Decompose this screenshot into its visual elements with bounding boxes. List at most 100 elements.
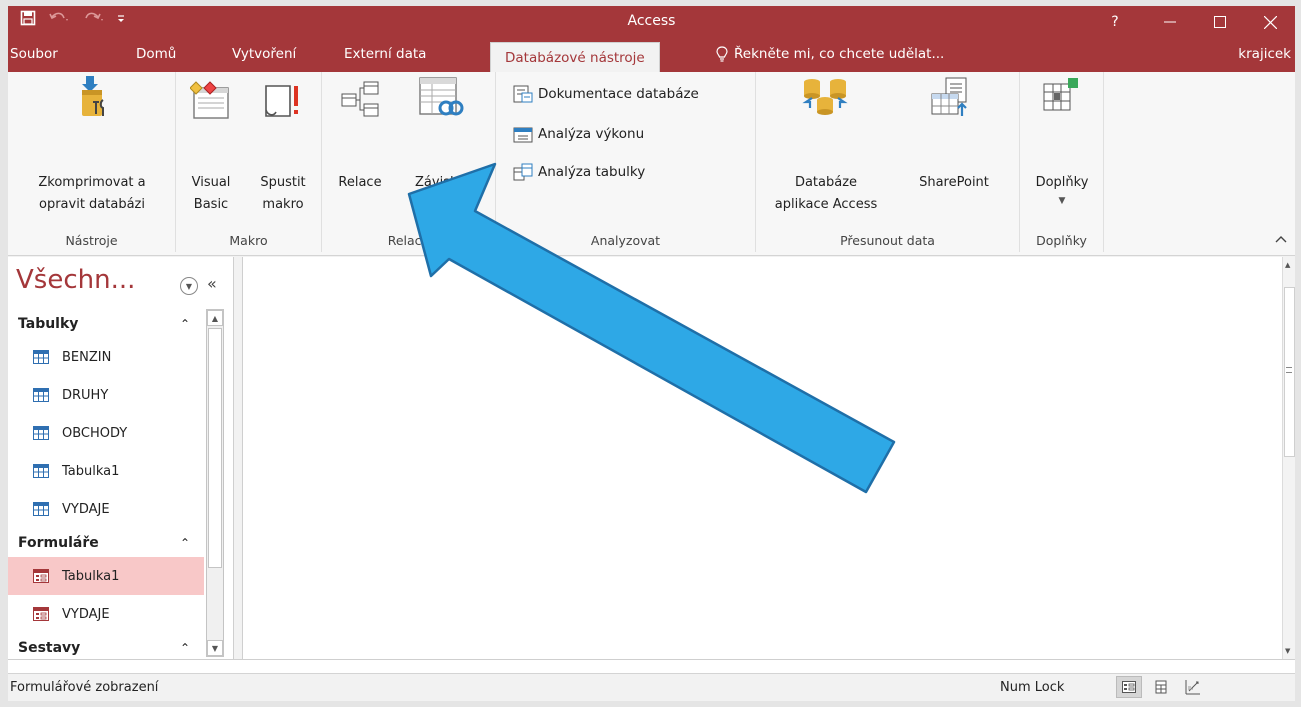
tell-me-box[interactable]: Řekněte mi, co chcete udělat...: [716, 46, 944, 62]
list-item[interactable]: VYDAJE: [8, 490, 204, 528]
tab-domu[interactable]: Domů: [136, 46, 176, 62]
table-icon: [33, 426, 49, 440]
list-item-label: VYDAJE: [62, 606, 110, 622]
list-item[interactable]: Tabulka1: [8, 452, 204, 490]
scroll-down-icon[interactable]: ▼: [207, 640, 223, 656]
tab-vytvoreni[interactable]: Vytvoření: [232, 46, 296, 62]
window-controls: ?: [1085, 6, 1295, 38]
list-item[interactable]: VYDAJE: [8, 595, 204, 633]
group-label-presunout-data: Přesunout data: [840, 233, 935, 248]
status-bar: Formulářové zobrazení Num Lock: [8, 673, 1295, 701]
nav-section-label: Formuláře: [18, 534, 99, 551]
dependencies-label: Závislosti: [415, 175, 477, 190]
nav-section-sestavy[interactable]: Sestavy ⌃: [8, 633, 204, 662]
close-button[interactable]: [1245, 6, 1295, 38]
num-lock-indicator: Num Lock: [1000, 680, 1065, 695]
form-icon: [33, 607, 49, 621]
scroll-up-icon[interactable]: ▲: [1285, 261, 1290, 269]
group-label-relace: Relace: [387, 233, 430, 248]
dependencies-button[interactable]: Závislosti: [406, 172, 486, 194]
database-documenter-label: Dokumentace databáze: [538, 86, 699, 102]
add-ins-icon: [1040, 76, 1082, 120]
form-icon: [33, 569, 49, 583]
relationships-label: Relace: [338, 175, 382, 190]
nav-scrollbar[interactable]: ▲ ▼: [206, 309, 224, 657]
window-frame-left: [0, 0, 8, 707]
nav-header: Všechn... ▼ «: [8, 257, 234, 309]
table-icon: [33, 388, 49, 402]
access-database-label-2: aplikace Access: [774, 197, 878, 212]
group-label-analyzovat: Analyzovat: [590, 233, 661, 248]
list-item[interactable]: Tabulka1: [8, 557, 204, 595]
analyze-table-label: Analýza tabulky: [538, 164, 646, 180]
section-collapse-icon[interactable]: ⌃: [180, 641, 190, 655]
nav-section-label: Sestavy: [18, 639, 81, 656]
list-item-label: VYDAJE: [62, 501, 110, 517]
visual-basic-button[interactable]: Visual Basic: [180, 172, 242, 216]
dependencies-icon: [418, 76, 464, 126]
list-item-label: Tabulka1: [62, 568, 120, 584]
collapse-ribbon-icon[interactable]: [1275, 233, 1287, 246]
relationships-button[interactable]: Relace: [330, 172, 390, 194]
analyze-performance-icon: [513, 127, 533, 143]
window-frame-bottom: [0, 701, 1301, 707]
section-collapse-icon[interactable]: ⌃: [180, 536, 190, 550]
workspace-scrollbar[interactable]: ▲ ▼: [1282, 257, 1295, 659]
form-view-button[interactable]: [1116, 676, 1142, 698]
add-ins-dropdown-icon: ▼: [1058, 196, 1066, 206]
tab-externi-data[interactable]: Externí data: [344, 46, 426, 62]
list-item-label: BENZIN: [62, 349, 112, 365]
tell-me-text: Řekněte mi, co chcete udělat...: [734, 46, 945, 62]
visual-basic-label-2: Basic: [193, 197, 229, 212]
list-item-label: OBCHODY: [62, 425, 128, 441]
list-item[interactable]: BENZIN: [8, 338, 204, 376]
ribbon-group-doplnky: Doplňky ▼ Doplňky: [1020, 72, 1104, 252]
form-view-icon: [1122, 681, 1136, 693]
sharepoint-button[interactable]: SharePoint: [904, 172, 1004, 194]
nav-scroll-thumb[interactable]: [208, 328, 222, 568]
nav-shutter-icon[interactable]: «: [207, 274, 217, 293]
tab-databazove-nastroje[interactable]: Databázové nástroje: [490, 42, 660, 72]
document-workspace[interactable]: [242, 257, 1282, 659]
maximize-button[interactable]: [1195, 6, 1245, 38]
list-item[interactable]: OBCHODY: [8, 414, 204, 452]
analyze-performance-button[interactable]: Analýza výkonu: [512, 124, 644, 144]
database-documenter-icon: [513, 85, 533, 103]
ribbon-group-nastroje: Zkomprimovat a opravit databázi Nástroje: [8, 72, 176, 252]
design-view-button[interactable]: [1180, 676, 1206, 698]
visual-basic-icon: [189, 80, 232, 124]
section-collapse-icon[interactable]: ⌃: [180, 317, 190, 331]
scroll-up-icon[interactable]: ▲: [207, 310, 223, 326]
tab-soubor[interactable]: Soubor: [10, 46, 58, 62]
scroll-grip-icon: [1286, 367, 1292, 373]
workspace-bottom-strip: [8, 659, 1295, 673]
minimize-button[interactable]: [1145, 6, 1195, 38]
layout-view-button[interactable]: [1148, 676, 1174, 698]
access-database-icon: [800, 76, 850, 120]
run-macro-button[interactable]: Spustit makro: [252, 172, 314, 216]
ribbon-tab-strip: Soubor Domů Vytvoření Externí data Datab…: [8, 38, 1295, 72]
nav-title[interactable]: Všechn...: [16, 265, 135, 295]
help-button[interactable]: ?: [1085, 6, 1145, 38]
compact-repair-label-2: opravit databázi: [39, 197, 145, 212]
nav-section-tabulky[interactable]: Tabulky ⌃: [8, 309, 204, 338]
sharepoint-label: SharePoint: [919, 175, 989, 190]
add-ins-button[interactable]: Doplňky ▼: [1024, 172, 1100, 208]
access-database-button[interactable]: Databáze aplikace Access: [764, 172, 888, 216]
database-documenter-button[interactable]: Dokumentace databáze: [512, 84, 699, 104]
view-switcher: [1116, 676, 1206, 698]
visual-basic-label-1: Visual: [191, 175, 231, 190]
ribbon-group-makro: Visual Basic Spustit makro Makro: [176, 72, 322, 252]
nav-menu-icon[interactable]: ▼: [180, 277, 198, 295]
group-label-makro: Makro: [229, 233, 268, 248]
compact-repair-button[interactable]: Zkomprimovat a opravit databázi: [12, 172, 172, 216]
run-macro-icon: [260, 80, 304, 124]
list-item-label: Tabulka1: [62, 463, 120, 479]
analyze-table-button[interactable]: Analýza tabulky: [512, 162, 645, 182]
run-macro-label-2: makro: [262, 197, 304, 212]
nav-section-formulare[interactable]: Formuláře ⌃: [8, 528, 204, 557]
list-item[interactable]: DRUHY: [8, 376, 204, 414]
scroll-down-icon[interactable]: ▼: [1285, 647, 1290, 655]
user-name[interactable]: krajicek: [1238, 46, 1291, 62]
relationships-icon: [340, 80, 382, 124]
